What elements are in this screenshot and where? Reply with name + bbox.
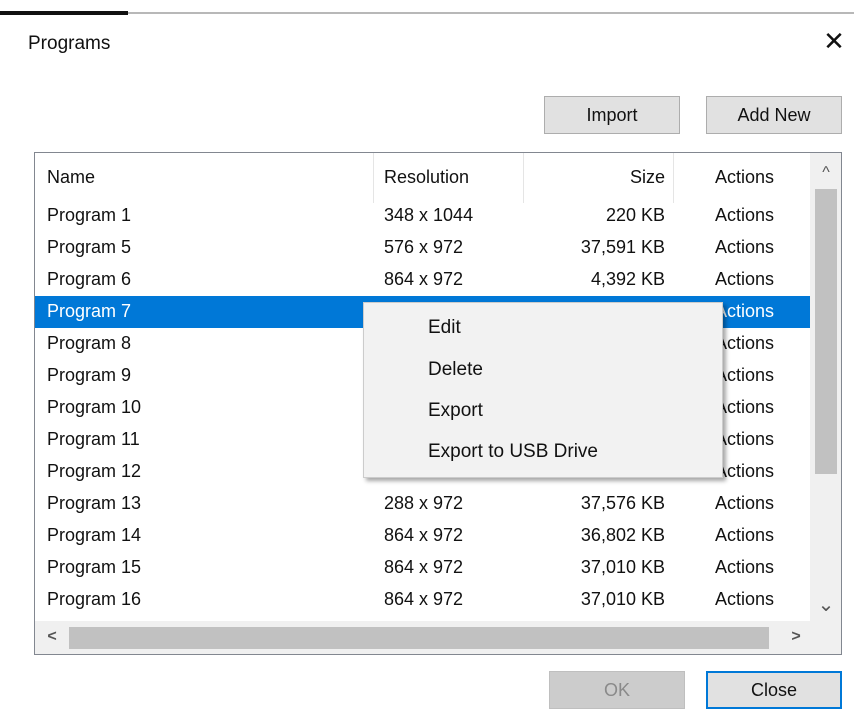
menu-item-label: Edit xyxy=(428,317,461,338)
window-top-border xyxy=(0,12,854,14)
cell-size: 4,392 KB xyxy=(590,269,665,289)
cell-size: 37,576 KB xyxy=(580,493,665,513)
cell-actions[interactable]: Actions xyxy=(715,333,774,354)
close-button[interactable]: Close xyxy=(706,671,842,709)
cell-actions[interactable]: Actions xyxy=(715,269,774,290)
add-new-button[interactable]: Add New xyxy=(706,96,842,134)
cell-name: Program 5 xyxy=(47,237,132,257)
cell-resolution: 348 x 1044 xyxy=(384,205,474,225)
table-row[interactable]: Program 6 864 x 972 4,392 KB Actions xyxy=(35,264,810,296)
cell-resolution: 288 x 972 xyxy=(384,493,464,513)
cell-actions[interactable]: Actions xyxy=(715,205,774,226)
horizontal-scroll-thumb[interactable] xyxy=(69,627,769,649)
cell-actions[interactable]: Actions xyxy=(715,493,774,514)
dialog-title: Programs xyxy=(28,33,111,54)
cell-name: Program 10 xyxy=(47,397,142,417)
cell-actions[interactable]: Actions xyxy=(715,429,774,450)
table-row[interactable]: Program 16 864 x 972 37,010 KB Actions xyxy=(35,584,810,616)
table-row[interactable]: Program 5 576 x 972 37,591 KB Actions xyxy=(35,232,810,264)
cell-name: Program 16 xyxy=(47,589,142,609)
cell-actions[interactable]: Actions xyxy=(715,397,774,418)
cell-actions[interactable]: Actions xyxy=(715,525,774,546)
column-header-name[interactable]: Name xyxy=(47,167,95,188)
import-button[interactable]: Import xyxy=(544,96,680,134)
cell-name: Program 6 xyxy=(47,269,132,289)
cell-resolution: 576 x 972 xyxy=(384,237,464,257)
close-icon[interactable]: ✕ xyxy=(822,28,846,54)
cell-name: Program 12 xyxy=(47,461,142,481)
context-menu: Edit Delete Export Export to USB Drive xyxy=(363,302,723,478)
cell-size: 36,802 KB xyxy=(580,525,665,545)
cell-name: Program 15 xyxy=(47,557,142,577)
cell-name: Program 14 xyxy=(47,525,142,545)
column-divider[interactable] xyxy=(373,153,374,203)
cell-name: Program 13 xyxy=(47,493,142,513)
cell-name: Program 9 xyxy=(47,365,132,385)
cell-resolution: 864 x 972 xyxy=(384,525,464,545)
cell-size: 37,010 KB xyxy=(580,557,665,577)
menu-item-label: Export to USB Drive xyxy=(428,441,598,462)
scroll-up-icon[interactable]: ^ xyxy=(816,163,836,183)
menu-item-delete[interactable]: Delete xyxy=(364,351,722,391)
horizontal-scrollbar[interactable]: < > xyxy=(35,621,841,654)
ok-button[interactable]: OK xyxy=(549,671,685,709)
cell-resolution: 864 x 972 xyxy=(384,269,464,289)
cell-size: 220 KB xyxy=(605,205,665,225)
cell-actions[interactable]: Actions xyxy=(715,557,774,578)
column-header-resolution[interactable]: Resolution xyxy=(384,167,469,188)
cell-actions[interactable]: Actions xyxy=(715,461,774,482)
cell-resolution: 864 x 972 xyxy=(384,589,464,609)
table-row[interactable]: Program 15 864 x 972 37,010 KB Actions xyxy=(35,552,810,584)
column-divider[interactable] xyxy=(523,153,524,203)
menu-item-export[interactable]: Export xyxy=(364,392,722,432)
scroll-right-icon[interactable]: > xyxy=(787,627,805,647)
cell-size: 37,591 KB xyxy=(580,237,665,257)
cell-actions[interactable]: Actions xyxy=(715,237,774,258)
menu-item-label: Export xyxy=(428,400,483,421)
cell-name: Program 1 xyxy=(47,205,132,225)
menu-item-edit[interactable]: Edit xyxy=(364,309,722,349)
cell-actions[interactable]: Actions xyxy=(715,301,774,322)
table-row[interactable]: Program 1 348 x 1044 220 KB Actions xyxy=(35,200,810,232)
cell-actions[interactable]: Actions xyxy=(715,589,774,610)
vertical-scroll-thumb[interactable] xyxy=(815,189,837,474)
cell-name: Program 11 xyxy=(47,429,140,449)
cell-size: 37,010 KB xyxy=(580,589,665,609)
list-header: Name Resolution Size Actions xyxy=(35,153,810,203)
window-top-accent xyxy=(0,11,128,15)
column-divider[interactable] xyxy=(673,153,674,203)
menu-item-label: Delete xyxy=(428,359,483,380)
column-header-actions[interactable]: Actions xyxy=(715,167,774,188)
table-row[interactable]: Program 14 864 x 972 36,802 KB Actions xyxy=(35,520,810,552)
scroll-down-icon[interactable]: ⌄ xyxy=(816,595,836,615)
column-header-size[interactable]: Size xyxy=(630,167,665,188)
vertical-scrollbar[interactable]: ^ ⌄ xyxy=(810,153,841,621)
table-row[interactable]: Program 13 288 x 972 37,576 KB Actions xyxy=(35,488,810,520)
cell-name: Program 8 xyxy=(47,333,132,353)
scroll-left-icon[interactable]: < xyxy=(43,627,61,647)
menu-item-export-usb[interactable]: Export to USB Drive xyxy=(364,433,722,473)
cell-name: Program 7 xyxy=(47,301,132,321)
cell-resolution: 864 x 972 xyxy=(384,557,464,577)
cell-actions[interactable]: Actions xyxy=(715,365,774,386)
